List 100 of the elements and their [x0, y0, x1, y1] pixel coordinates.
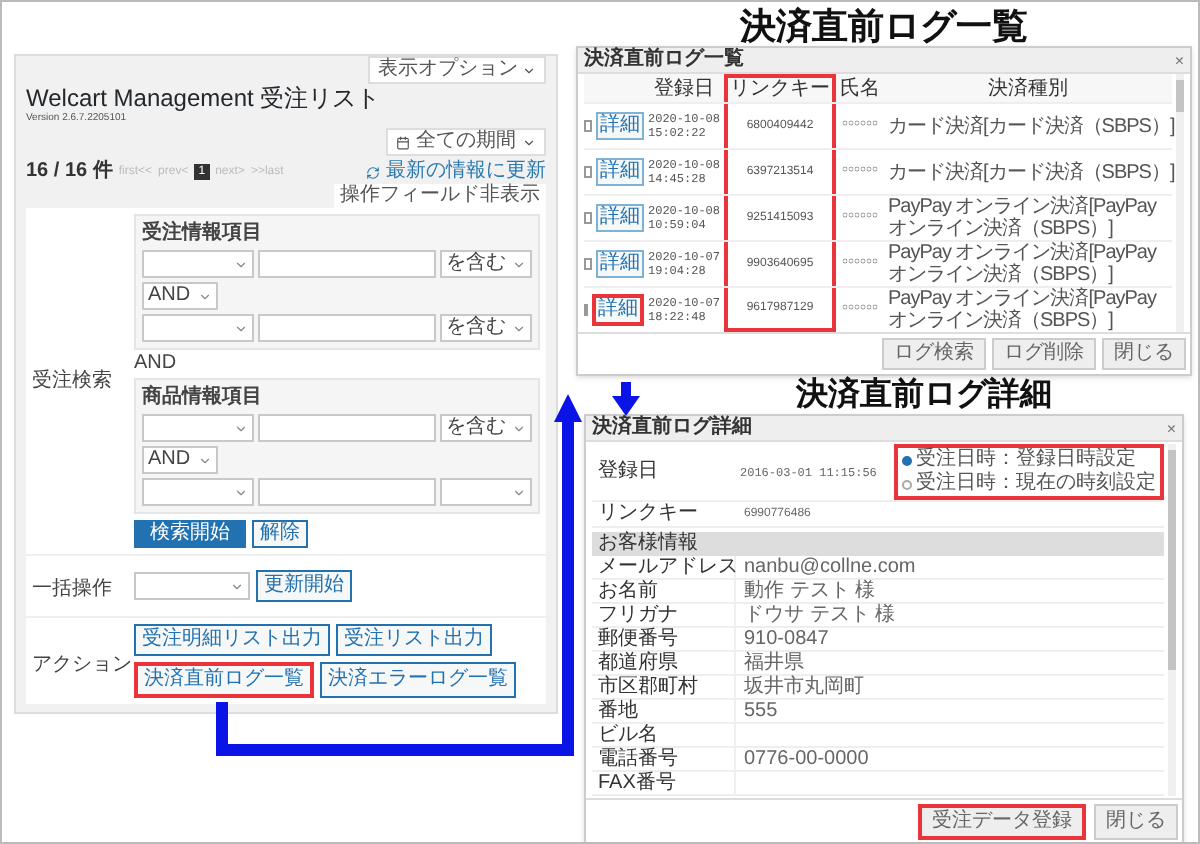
caret-icon [198, 289, 212, 303]
join-operator: AND [134, 352, 179, 376]
dialog-title: 決済直前ログ一覧 [584, 48, 744, 72]
dialog-button[interactable]: ログ検索 [882, 338, 986, 370]
field-label: 電話番号 [592, 748, 736, 770]
section-header: お客様情報 [592, 532, 1164, 556]
pointer-arrow [612, 382, 640, 416]
dialog-title: 決済直前ログ詳細 [592, 416, 752, 440]
radio-icon[interactable] [902, 455, 912, 465]
keyword-field[interactable] [258, 314, 436, 342]
select-field[interactable]: を含む [440, 250, 532, 278]
select-field[interactable]: AND [142, 282, 218, 310]
select-field[interactable] [142, 414, 254, 442]
close-button[interactable]: × [1174, 51, 1184, 69]
row-label: 一括操作 [32, 578, 112, 600]
refresh-icon [366, 165, 380, 179]
detail-button[interactable]: 詳細 [596, 112, 644, 140]
column-header: リンクキー [724, 74, 836, 102]
keyword-field[interactable] [258, 250, 436, 278]
payment-type-text: オンライン決済（SBPS）] [888, 218, 1115, 240]
field-value: 555 [742, 700, 778, 722]
dialog-button[interactable]: 閉じる [1102, 338, 1186, 370]
detail-button[interactable]: 詳細 [596, 158, 644, 186]
group-title: 商品情報項目 [142, 386, 264, 410]
section-heading: 決済直前ログ一覧 [740, 6, 1028, 46]
display-options-button[interactable]: 表示オプション [368, 56, 546, 84]
action-button[interactable]: 決済直前ログ一覧 [134, 662, 314, 698]
field-label: リンクキー [596, 502, 700, 526]
field-value: 動作 テスト 様 [742, 580, 876, 602]
search-button[interactable]: 検索開始 [134, 520, 246, 548]
payment-type-text: オンライン決済（SBPS）] [888, 264, 1115, 286]
row-checkbox[interactable] [584, 258, 592, 270]
caret-icon [198, 453, 212, 467]
payment-type-text: PayPay オンライン決済[PayPay [888, 288, 1159, 310]
detail-button[interactable]: 詳細 [592, 294, 644, 326]
row-label: アクション [32, 653, 132, 675]
caret-icon [522, 63, 536, 77]
close-button[interactable]: × [1166, 419, 1176, 437]
caret-icon [234, 421, 248, 435]
refresh-link[interactable]: 最新の情報に更新 [386, 160, 546, 184]
detail-button[interactable]: 詳細 [596, 204, 644, 232]
row-checkbox[interactable] [584, 212, 592, 224]
period-select[interactable]: 全ての期間 [386, 128, 546, 156]
dialog-button[interactable]: 閉じる [1094, 804, 1178, 840]
radio-option[interactable]: 受注日時：現在の時刻設定 [902, 472, 1156, 496]
field-value: nanbu@collne.com [742, 556, 916, 578]
select-field[interactable]: を含む [440, 314, 532, 342]
field-label: 登録日 [596, 460, 660, 484]
select-field[interactable] [142, 314, 254, 342]
result-count: 16 / 16 件 [26, 160, 113, 184]
radio-option[interactable]: 受注日時：登録日時設定 [902, 448, 1156, 472]
caret-icon [234, 257, 248, 271]
column-header: 登録日 [652, 78, 716, 102]
payment-type-text: PayPay オンライン決済[PayPay [888, 242, 1159, 264]
keyword-field[interactable] [258, 414, 436, 442]
field-value: 910-0847 [742, 628, 829, 650]
caret-icon [512, 321, 526, 335]
select-field[interactable] [440, 478, 532, 506]
column-header: 決済種別 [986, 78, 1070, 102]
caret-icon [512, 485, 526, 499]
field-value: 0776-00-0000 [742, 748, 869, 770]
select-field[interactable]: AND [142, 446, 218, 474]
field-label: 番地 [592, 700, 736, 722]
row-checkbox[interactable] [584, 120, 592, 132]
field-value: 福井県 [742, 652, 804, 674]
search-button[interactable]: 解除 [252, 520, 308, 548]
action-button[interactable]: 決済エラーログ一覧 [320, 662, 516, 698]
action-button[interactable]: 受注リスト出力 [336, 624, 492, 656]
dialog-button[interactable]: ログ削除 [992, 338, 1096, 370]
field-label: 都道府県 [592, 652, 736, 674]
field-label: フリガナ [592, 604, 736, 626]
select-field[interactable] [142, 478, 254, 506]
field-label: 郵便番号 [592, 628, 736, 650]
caret-icon [230, 579, 244, 593]
row-checkbox[interactable] [584, 166, 592, 178]
select-field[interactable] [134, 572, 250, 600]
payment-type-text: PayPay オンライン決済[PayPay [888, 196, 1159, 218]
detail-button[interactable]: 詳細 [596, 250, 644, 278]
update-button[interactable]: 更新開始 [256, 570, 352, 602]
row-label: 受注検索 [32, 369, 112, 393]
scrollbar[interactable] [1168, 444, 1176, 796]
column-header: 氏名 [838, 78, 882, 102]
payment-type-text: カード決済[カード決済（SBPS）] [888, 161, 1172, 183]
caret-icon [234, 321, 248, 335]
action-button[interactable]: 受注明細リスト出力 [134, 624, 330, 656]
page-title: Welcart Management 受注リスト [26, 84, 383, 112]
field-label: FAX番号 [592, 772, 736, 794]
caret-icon [234, 485, 248, 499]
field-value: 坂井市丸岡町 [742, 676, 864, 698]
select-field[interactable] [142, 250, 254, 278]
field-label: お名前 [592, 580, 736, 602]
caret-icon [512, 257, 526, 271]
caret-icon [512, 421, 526, 435]
select-field[interactable]: を含む [440, 414, 532, 442]
keyword-field[interactable] [258, 478, 436, 506]
dialog-button[interactable]: 受注データ登録 [918, 804, 1086, 840]
group-title: 受注情報項目 [142, 222, 264, 246]
radio-icon[interactable] [902, 479, 912, 489]
field-value: ドウサ テスト 様 [742, 604, 896, 626]
toggle-fields-tab[interactable]: 操作フィールド非表示 [334, 184, 546, 208]
